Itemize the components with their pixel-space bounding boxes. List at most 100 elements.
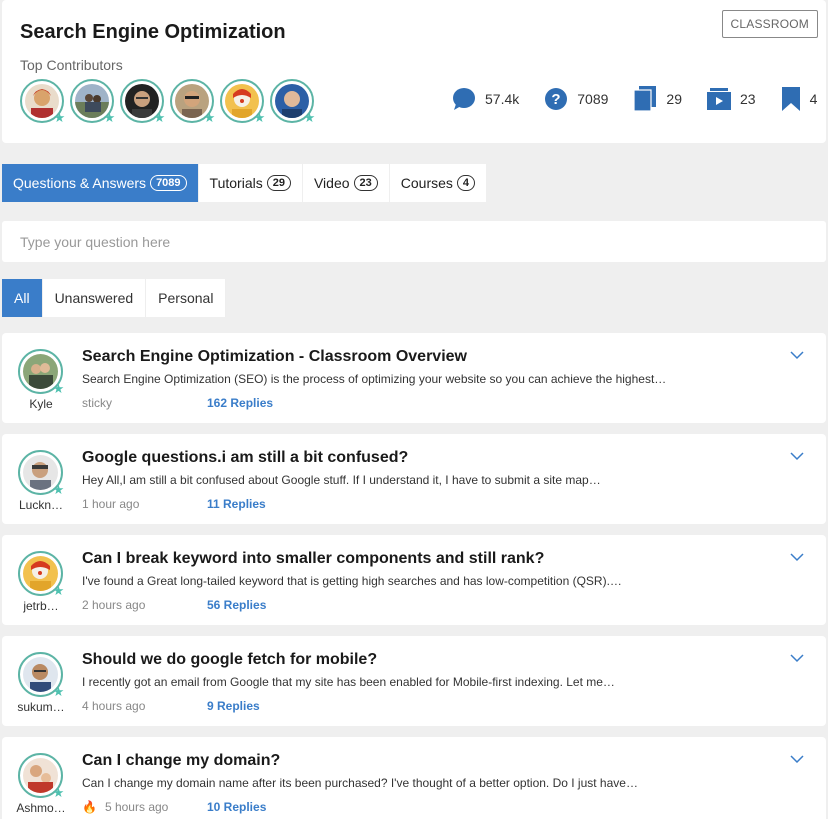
chevron-down-icon[interactable] xyxy=(790,553,804,562)
question-input[interactable] xyxy=(2,221,826,262)
classroom-stats: 57.4k ? 7089 29 23 4 xyxy=(452,86,828,112)
author-avatar[interactable]: ★ xyxy=(18,450,65,497)
question-card[interactable]: ★ sukum… Should we do google fetch for m… xyxy=(2,636,826,726)
filter-all[interactable]: All xyxy=(2,279,43,317)
classroom-header: Search Engine Optimization CLASSROOM Top… xyxy=(2,0,826,143)
question-meta: sticky xyxy=(82,396,112,410)
replies-link[interactable]: 162 Replies xyxy=(207,396,273,410)
contributor-avatar[interactable]: ★ xyxy=(220,79,266,125)
question-excerpt: Can I change my domain name after its be… xyxy=(82,776,638,790)
question-meta: 1 hour ago xyxy=(82,497,140,511)
question-title[interactable]: Should we do google fetch for mobile? xyxy=(82,651,377,669)
author-avatar[interactable]: ★ xyxy=(18,652,65,699)
question-title[interactable]: Google questions.i am still a bit confus… xyxy=(82,449,408,467)
star-badge-icon: ★ xyxy=(253,110,266,125)
contributor-avatar[interactable]: ★ xyxy=(20,79,66,125)
ask-question-box xyxy=(2,221,826,262)
stat-tutorials: 29 xyxy=(633,86,682,112)
question-filters: All Unanswered Personal xyxy=(2,279,227,317)
question-meta: 🔥 5 hours ago xyxy=(82,800,168,814)
stat-value: 4 xyxy=(809,91,818,107)
contributor-avatar[interactable]: ★ xyxy=(70,79,116,125)
question-excerpt: I've found a Great long-tailed keyword t… xyxy=(82,574,622,588)
question-card[interactable]: ★ Ashmo… Can I change my domain? Can I c… xyxy=(2,737,826,819)
stat-value: 23 xyxy=(739,91,756,107)
author-name[interactable]: Luckn… xyxy=(12,498,70,512)
chevron-down-icon[interactable] xyxy=(790,755,804,764)
tab-label: Courses xyxy=(400,175,453,191)
author-name[interactable]: Ashmo… xyxy=(12,801,70,815)
svg-text:?: ? xyxy=(552,91,561,108)
star-badge-icon: ★ xyxy=(52,684,65,699)
question-icon: ? xyxy=(545,88,568,110)
author-avatar[interactable]: ★ xyxy=(18,551,65,598)
chevron-down-icon[interactable] xyxy=(790,351,804,360)
question-title[interactable]: Search Engine Optimization - Classroom O… xyxy=(82,348,467,366)
classroom-button[interactable]: CLASSROOM xyxy=(721,10,818,38)
tab-label: Tutorials xyxy=(209,175,263,191)
question-card[interactable]: ★ jetrb… Can I break keyword into smalle… xyxy=(2,535,826,625)
contributor-avatar[interactable]: ★ xyxy=(270,79,316,125)
star-badge-icon: ★ xyxy=(52,583,65,598)
chevron-down-icon[interactable] xyxy=(790,654,804,663)
tab-count-badge: 4 xyxy=(456,175,476,191)
question-time: 5 hours ago xyxy=(104,800,169,814)
author-avatar[interactable]: ★ xyxy=(18,349,65,396)
stat-value: 29 xyxy=(666,91,682,107)
question-meta: 2 hours ago xyxy=(82,598,146,612)
video-icon xyxy=(706,88,731,110)
star-badge-icon: ★ xyxy=(103,110,116,125)
tab-count-badge: 7089 xyxy=(150,175,187,191)
stat-questions: ? 7089 xyxy=(544,87,608,111)
contributor-avatar[interactable]: ★ xyxy=(120,79,166,125)
star-badge-icon: ★ xyxy=(52,482,65,497)
chevron-down-icon[interactable] xyxy=(790,452,804,461)
author-avatar[interactable]: ★ xyxy=(18,753,65,800)
stat-videos: 23 xyxy=(706,87,756,111)
bookmark-icon xyxy=(781,87,800,111)
star-badge-icon: ★ xyxy=(303,110,316,125)
fire-icon: 🔥 xyxy=(82,800,97,814)
tab-count-badge: 29 xyxy=(266,175,291,191)
tab-video[interactable]: Video 23 xyxy=(302,164,389,202)
question-excerpt: Hey All,I am still a bit confused about … xyxy=(82,473,601,487)
comment-icon xyxy=(453,88,475,110)
stat-value: 57.4k xyxy=(485,91,520,107)
tab-questions-answers[interactable]: Questions & Answers 7089 xyxy=(2,164,198,202)
question-excerpt: I recently got an email from Google that… xyxy=(82,675,615,689)
star-badge-icon: ★ xyxy=(153,110,166,125)
tab-label: Video xyxy=(313,175,350,191)
question-title[interactable]: Can I change my domain? xyxy=(82,752,280,770)
filter-personal[interactable]: Personal xyxy=(146,279,227,317)
replies-link[interactable]: 11 Replies xyxy=(207,497,266,511)
star-badge-icon: ★ xyxy=(53,110,66,125)
tab-count-badge: 23 xyxy=(353,175,378,191)
stat-comments: 57.4k xyxy=(452,87,519,111)
tutorials-icon xyxy=(633,86,657,112)
replies-link[interactable]: 10 Replies xyxy=(207,800,266,814)
star-badge-icon: ★ xyxy=(52,381,65,396)
replies-link[interactable]: 56 Replies xyxy=(207,598,266,612)
top-contributors-label: Top Contributors xyxy=(20,57,123,73)
filter-unanswered[interactable]: Unanswered xyxy=(42,279,147,317)
author-name[interactable]: jetrb… xyxy=(12,599,70,613)
question-card[interactable]: ★ Luckn… Google questions.i am still a b… xyxy=(2,434,826,524)
replies-link[interactable]: 9 Replies xyxy=(207,699,260,713)
content-tabs: Questions & Answers 7089 Tutorials 29 Vi… xyxy=(2,164,487,202)
star-badge-icon: ★ xyxy=(203,110,216,125)
contributor-avatar[interactable]: ★ xyxy=(170,79,216,125)
stat-value: 7089 xyxy=(577,91,609,107)
tab-tutorials[interactable]: Tutorials 29 xyxy=(198,164,302,202)
star-badge-icon: ★ xyxy=(52,785,65,800)
question-card[interactable]: ★ Kyle Search Engine Optimization - Clas… xyxy=(2,333,826,423)
stat-bookmarks: 4 xyxy=(781,87,818,111)
author-name[interactable]: sukum… xyxy=(12,700,70,714)
question-title[interactable]: Can I break keyword into smaller compone… xyxy=(82,550,544,568)
question-meta: 4 hours ago xyxy=(82,699,146,713)
tab-courses[interactable]: Courses 4 xyxy=(389,164,487,202)
tab-label: Questions & Answers xyxy=(13,175,147,191)
page-title: Search Engine Optimization xyxy=(20,21,286,43)
question-excerpt: Search Engine Optimization (SEO) is the … xyxy=(82,372,667,386)
author-name[interactable]: Kyle xyxy=(12,397,70,411)
top-contributors-list: ★ ★ ★ ★ ★ ★ xyxy=(20,79,320,125)
